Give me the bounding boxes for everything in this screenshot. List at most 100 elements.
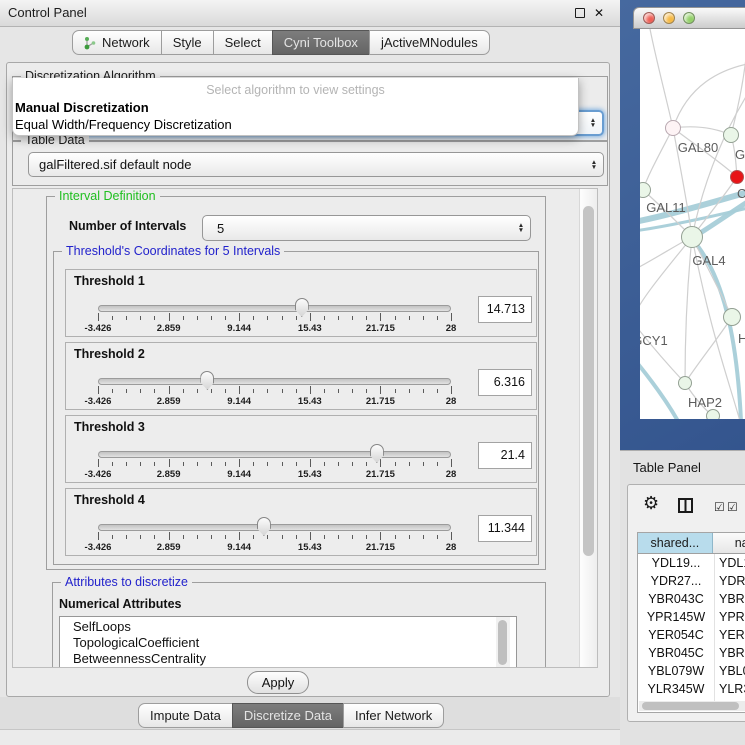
checkbox-icon[interactable]: ☑ <box>727 500 738 514</box>
zoom-traffic-light-icon[interactable] <box>683 12 695 24</box>
threshold-label: Threshold 3 <box>74 420 145 434</box>
threshold-2-slider[interactable]: -3.4262.8599.14415.4321.71528 <box>98 378 451 410</box>
network-node[interactable] <box>665 120 681 136</box>
tab-jactivemnodules[interactable]: jActiveMNodules <box>369 30 490 55</box>
tab-network[interactable]: Network <box>72 30 162 55</box>
slider-ticks <box>98 386 451 395</box>
network-node-label: GAL80 <box>678 140 718 155</box>
float-window-icon[interactable] <box>575 8 585 18</box>
table-horizontal-scrollbar[interactable] <box>639 701 745 711</box>
tab-label: Impute Data <box>150 708 221 723</box>
tab-select[interactable]: Select <box>213 30 273 55</box>
tab-impute-data[interactable]: Impute Data <box>138 703 233 728</box>
table-data-group: Table Data galFiltered.sif default node … <box>12 140 608 186</box>
settings-scroll-viewport: Interval Definition Number of Intervals … <box>12 188 598 668</box>
control-panel-titlebar: Control Panel ✕ <box>0 0 620 27</box>
control-panel-tabs: Network Style Select Cyni Toolbox jActiv… <box>72 30 490 55</box>
table-row[interactable]: YBR045CYBR045C <box>638 644 745 662</box>
slider-tick-labels: -3.4262.8599.14415.4321.71528 <box>98 469 451 481</box>
interval-definition-group: Interval Definition Number of Intervals … <box>46 196 546 570</box>
slider-track[interactable] <box>98 305 451 312</box>
scrollbar-thumb[interactable] <box>642 702 739 710</box>
tab-label: Cyni Toolbox <box>284 35 358 50</box>
network-window-titlebar[interactable] <box>633 7 745 29</box>
scrollbar-thumb[interactable] <box>498 620 507 665</box>
threshold-1-slider[interactable]: -3.4262.8599.14415.4321.71528 <box>98 305 451 337</box>
close-traffic-light-icon[interactable] <box>643 12 655 24</box>
threshold-label: Threshold 2 <box>74 347 145 361</box>
network-node-label: GCY1 <box>640 333 668 348</box>
slider-tick-labels: -3.4262.8599.14415.4321.71528 <box>98 542 451 554</box>
network-node[interactable] <box>723 127 739 143</box>
attribute-list-item[interactable]: BetweennessCentrality <box>60 651 516 667</box>
slider-track[interactable] <box>98 524 451 531</box>
network-node[interactable] <box>706 409 720 419</box>
table-row[interactable]: YLR345WYLR345W <box>638 680 745 698</box>
slider-ticks <box>98 532 451 541</box>
network-node[interactable] <box>678 376 692 390</box>
apply-button[interactable]: Apply <box>247 671 309 694</box>
network-edges <box>640 29 745 419</box>
tab-cyni-toolbox[interactable]: Cyni Toolbox <box>272 30 370 55</box>
network-node[interactable] <box>723 308 741 326</box>
tab-label: Select <box>225 35 261 50</box>
panel-scrollbar[interactable] <box>579 189 598 667</box>
slider-track[interactable] <box>98 451 451 458</box>
threshold-4-value-field[interactable]: 11.344 <box>478 515 532 542</box>
numerical-attributes-list[interactable]: SelfLoopsTopologicalCoefficientBetweenne… <box>59 616 517 668</box>
list-scrollbar[interactable] <box>496 617 510 668</box>
group-title: Threshold's Coordinates for 5 Intervals <box>62 244 284 258</box>
threshold-3-slider[interactable]: -3.4262.8599.14415.4321.71528 <box>98 451 451 483</box>
slider-track[interactable] <box>98 378 451 385</box>
network-node[interactable] <box>681 226 703 248</box>
table-row[interactable]: YDR27...YDR27... <box>638 572 745 590</box>
table-data-select[interactable]: galFiltered.sif default node ▲▼ <box>28 152 604 177</box>
network-canvas[interactable]: GAL80GACGAL11GAL4GCY1HHAP2 <box>640 29 745 419</box>
column-header-name[interactable]: name <box>713 533 745 553</box>
table-row[interactable]: YDL19...YDL19... <box>638 554 745 572</box>
number-of-intervals-value: 5 <box>203 221 512 236</box>
panel-title: Control Panel <box>8 0 87 26</box>
gear-icon[interactable]: ⚙ <box>643 493 659 514</box>
threshold-3-value-field[interactable]: 21.4 <box>478 442 532 469</box>
checkbox-icon[interactable]: ☑ <box>714 500 725 514</box>
tab-label: Discretize Data <box>244 708 332 723</box>
table-body: YDL19...YDL19...YDR27...YDR27...YBR043CY… <box>638 554 745 701</box>
group-title: Attributes to discretize <box>61 575 192 589</box>
tab-style[interactable]: Style <box>161 30 214 55</box>
threshold-label: Threshold 4 <box>74 493 145 507</box>
dropdown-option-equal-width-frequency[interactable]: Equal Width/Frequency Discretization <box>15 117 576 132</box>
table-panel-title: Table Panel <box>633 460 701 475</box>
stepper-arrows-icon[interactable]: ▲▼ <box>512 223 530 233</box>
scrollbar-thumb[interactable] <box>583 206 594 556</box>
tab-infer-network[interactable]: Infer Network <box>343 703 444 728</box>
cyni-toolbox-panel: Discretization Algorithm ▲▼ Table Data g… <box>6 62 610 697</box>
split-columns-icon[interactable] <box>678 498 694 514</box>
number-of-intervals-select[interactable]: 5 ▲▼ <box>202 215 531 241</box>
threshold-4-slider[interactable]: -3.4262.8599.14415.4321.71528 <box>98 524 451 556</box>
stepper-arrows-icon[interactable]: ▲▼ <box>585 160 603 170</box>
status-strip <box>0 729 620 745</box>
tab-label: Style <box>173 35 202 50</box>
column-header-shared-name[interactable]: shared... <box>638 533 713 553</box>
threshold-1-panel: Threshold 1 -3.4262.8599.14415.4321.7152… <box>65 269 537 337</box>
dropdown-option-manual-discretization[interactable]: Manual Discretization <box>15 100 576 115</box>
tab-discretize-data[interactable]: Discretize Data <box>232 703 344 728</box>
threshold-2-value-field[interactable]: 6.316 <box>478 369 532 396</box>
attribute-list-item[interactable]: TopologicalCoefficient <box>60 635 516 651</box>
tab-label: Infer Network <box>355 708 432 723</box>
network-node[interactable] <box>730 170 744 184</box>
table-row[interactable]: YBR043CYBR043C <box>638 590 745 608</box>
threshold-1-value-field[interactable]: 14.713 <box>478 296 532 323</box>
minimize-traffic-light-icon[interactable] <box>663 12 675 24</box>
table-row[interactable]: YER054CYER054C <box>638 626 745 644</box>
close-icon[interactable]: ✕ <box>594 7 604 19</box>
network-node-label: GAL11 <box>646 200 686 215</box>
stepper-arrows-icon[interactable]: ▲▼ <box>584 118 602 128</box>
table-row[interactable]: YPR145WYPR145W <box>638 608 745 626</box>
table-row[interactable]: YBL079WYBL079W <box>638 662 745 680</box>
slider-tick-labels: -3.4262.8599.14415.4321.71528 <box>98 323 451 335</box>
threshold-2-panel: Threshold 2 -3.4262.8599.14415.4321.7152… <box>65 342 537 410</box>
network-node-label: HAP2 <box>688 395 722 410</box>
attribute-list-item[interactable]: SelfLoops <box>60 619 516 635</box>
